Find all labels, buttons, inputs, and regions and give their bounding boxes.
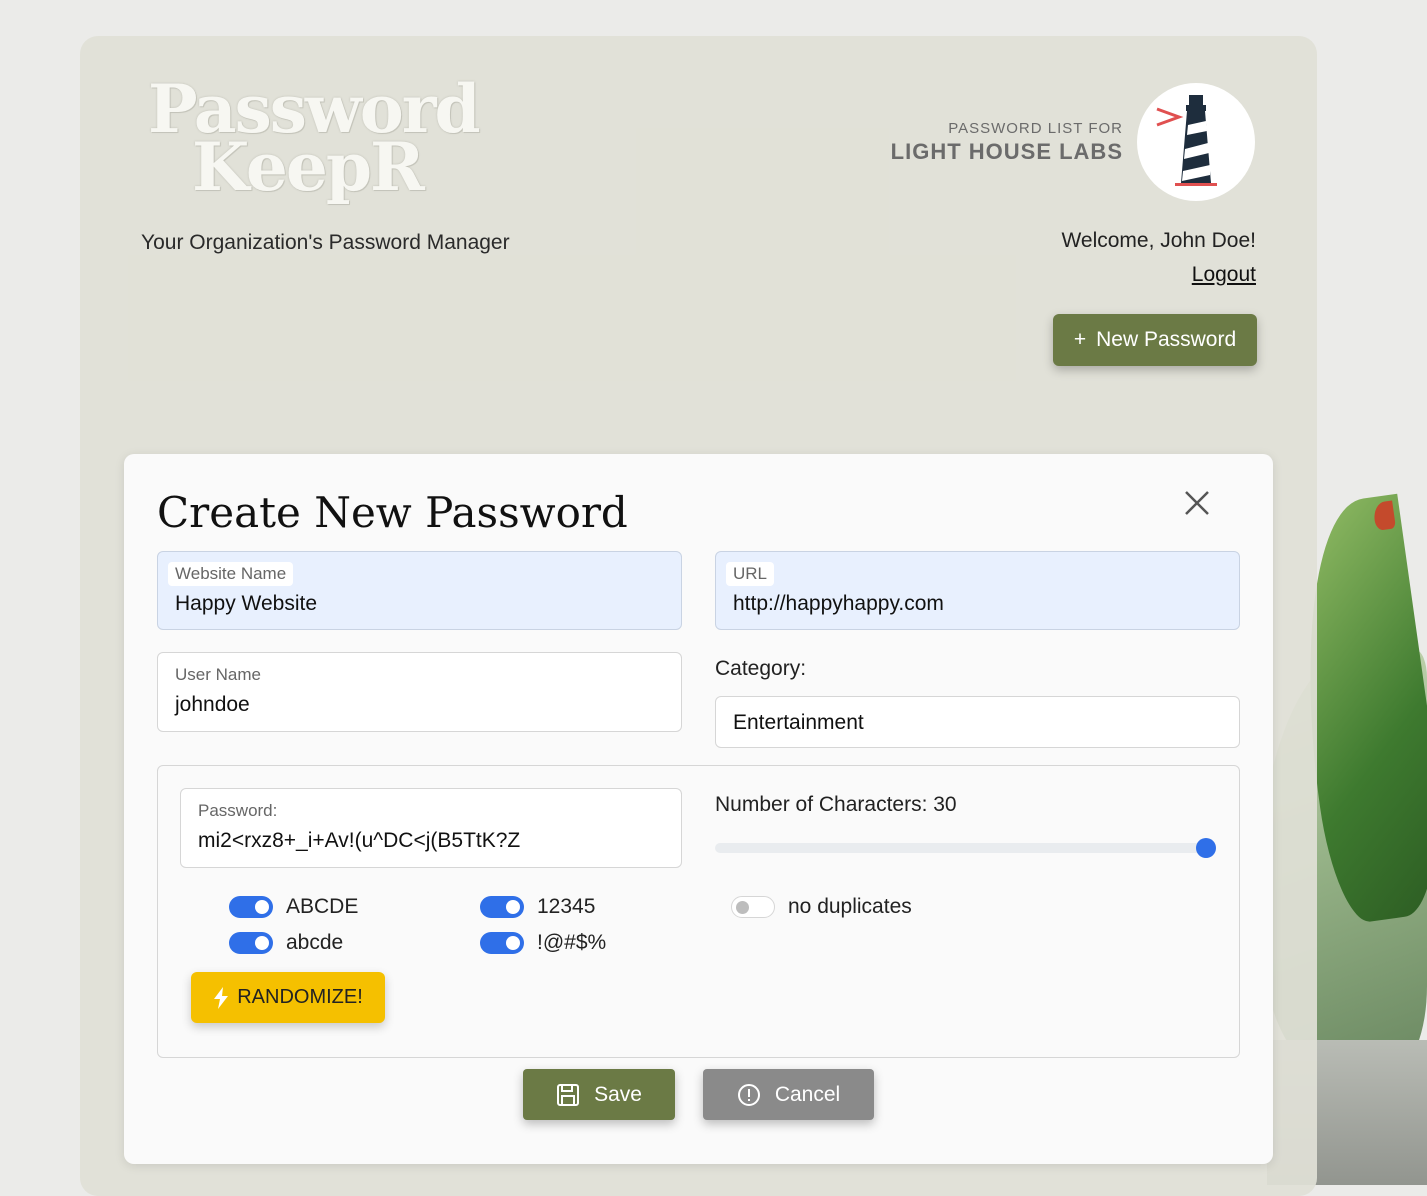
category-label: Category: bbox=[715, 657, 807, 680]
welcome-message: Welcome, John Doe! bbox=[1061, 229, 1256, 252]
app-logo: Password KeepR bbox=[148, 70, 481, 206]
toggle-no-duplicates[interactable]: no duplicates bbox=[731, 895, 912, 919]
password-field[interactable]: Password: mi2<rxz8+_i+Av!(u^DC<j(B5TtK?Z bbox=[180, 788, 682, 868]
password-value: mi2<rxz8+_i+Av!(u^DC<j(B5TtK?Z bbox=[198, 829, 521, 852]
cancel-label: Cancel bbox=[774, 1082, 841, 1106]
character-count-label: Number of Characters: 30 bbox=[715, 793, 957, 816]
password-label: Password: bbox=[198, 801, 278, 820]
exclamation-circle-icon bbox=[737, 1083, 760, 1106]
org-subtitle: PASSWORD LIST FOR bbox=[948, 120, 1123, 137]
new-password-button[interactable]: + New Password bbox=[1053, 314, 1257, 366]
create-password-modal: Create New Password Website Name Happy W… bbox=[124, 454, 1273, 1164]
no-duplicates-switch[interactable] bbox=[731, 896, 775, 918]
save-label: Save bbox=[594, 1082, 642, 1106]
symbols-label: !@#$% bbox=[537, 931, 607, 954]
user-name-field[interactable]: User Name johndoe bbox=[157, 652, 682, 732]
lowercase-label: abcde bbox=[286, 931, 344, 954]
user-name-label: User Name bbox=[175, 665, 261, 684]
plus-icon: + bbox=[1073, 328, 1087, 351]
numbers-label: 12345 bbox=[537, 895, 596, 918]
url-value: http://happyhappy.com bbox=[733, 592, 944, 615]
toggle-numbers[interactable]: 12345 bbox=[480, 895, 595, 919]
website-name-value: Happy Website bbox=[175, 592, 318, 615]
url-label: URL bbox=[726, 562, 775, 586]
slider-thumb[interactable] bbox=[1196, 838, 1216, 858]
user-name-value: johndoe bbox=[175, 693, 250, 716]
toggle-uppercase[interactable]: ABCDE bbox=[229, 895, 358, 919]
save-button[interactable]: Save bbox=[523, 1069, 675, 1120]
lightning-icon bbox=[214, 986, 229, 1009]
website-name-field[interactable]: Website Name Happy Website bbox=[157, 551, 682, 630]
no-duplicates-label: no duplicates bbox=[788, 895, 912, 918]
url-field[interactable]: URL http://happyhappy.com bbox=[715, 551, 1240, 630]
category-select[interactable]: Entertainment bbox=[715, 696, 1240, 748]
floppy-disk-icon bbox=[557, 1083, 580, 1106]
randomize-button[interactable]: RANDOMIZE! bbox=[191, 972, 385, 1023]
toggle-symbols[interactable]: !@#$% bbox=[480, 931, 606, 955]
category-value: Entertainment bbox=[733, 711, 864, 734]
lowercase-switch[interactable] bbox=[229, 932, 273, 954]
cancel-button[interactable]: Cancel bbox=[703, 1069, 874, 1120]
lighthouse-logo-icon bbox=[1137, 83, 1255, 201]
tagline: Your Organization's Password Manager bbox=[141, 231, 510, 254]
character-count-slider[interactable] bbox=[715, 838, 1216, 858]
new-password-label: New Password bbox=[1096, 328, 1237, 351]
randomize-label: RANDOMIZE! bbox=[237, 986, 363, 1008]
symbols-switch[interactable] bbox=[480, 932, 524, 954]
org-name: LIGHT HOUSE LABS bbox=[890, 139, 1123, 164]
website-name-label: Website Name bbox=[168, 562, 294, 586]
close-icon[interactable] bbox=[1182, 488, 1212, 518]
modal-title: Create New Password bbox=[157, 488, 628, 537]
uppercase-label: ABCDE bbox=[286, 895, 359, 918]
numbers-switch[interactable] bbox=[480, 896, 524, 918]
toggle-lowercase[interactable]: abcde bbox=[229, 931, 343, 955]
logout-link[interactable]: Logout bbox=[1192, 263, 1256, 287]
uppercase-switch[interactable] bbox=[229, 896, 273, 918]
